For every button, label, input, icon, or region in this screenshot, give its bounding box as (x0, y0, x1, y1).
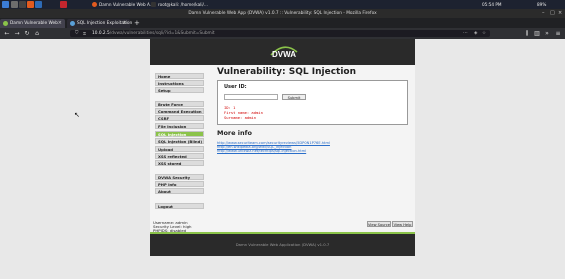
page-actions-icon[interactable]: ⋯ (463, 30, 468, 37)
workspace-icon[interactable] (35, 1, 42, 8)
battery-level: 89% (537, 2, 547, 7)
close-tab-icon[interactable]: × (123, 19, 127, 28)
menu-icon[interactable] (2, 1, 9, 8)
more-info-heading: More info (217, 129, 252, 137)
page-favicon-icon (70, 21, 75, 26)
files-icon[interactable] (11, 1, 18, 8)
terminal-window-icon (151, 2, 156, 7)
menu-setup[interactable]: Setup (155, 87, 204, 93)
menu-csrf[interactable]: CSRF (155, 115, 204, 121)
tab-dvwa[interactable]: Damn Vulnerable Web × (0, 19, 65, 28)
url-text: 10.0.2.5/dvwa/vulnerabilities/sqli/?id=1… (92, 31, 215, 36)
red-app-icon[interactable] (60, 1, 67, 8)
url-bar[interactable]: ⛉ ⚿ 10.0.2.5/dvwa/vulnerabilities/sqli/?… (70, 30, 490, 37)
footer-text: Damn Vulnerable Web Application (DVWA) v… (235, 242, 330, 247)
dvwa-footer: Damn Vulnerable Web Application (DVWA) v… (150, 232, 415, 256)
menu-xss-reflected[interactable]: XSS reflected (155, 153, 204, 159)
dvwa-logo: DVWA (270, 46, 298, 59)
terminal-icon[interactable] (19, 1, 26, 8)
menu-file-inclusion[interactable]: File Inclusion (155, 123, 204, 129)
menu-hamburger-icon[interactable]: ≡ (554, 28, 562, 39)
submit-button[interactable]: Submit (282, 94, 306, 100)
extensions-icon[interactable]: » (543, 28, 551, 39)
firefox-icon[interactable] (27, 1, 34, 8)
menu-brute-force[interactable]: Brute Force (155, 101, 204, 107)
menu-home[interactable]: Home (155, 73, 204, 79)
user-id-input[interactable] (224, 94, 278, 100)
lock-icon[interactable]: ⚿ (83, 30, 86, 37)
view-help-button[interactable]: View Help (392, 221, 413, 227)
window-titlebar: Damn Vulnerable Web App (DVWA) v1.0.7 ::… (0, 9, 565, 18)
menu-instructions[interactable]: Instructions (155, 80, 204, 86)
sidebar-icon[interactable]: ▥ (533, 28, 541, 39)
close-tab-icon[interactable]: × (58, 19, 62, 28)
menu-about[interactable]: About (155, 188, 204, 194)
link-unixwiz[interactable]: http://www.unixwiz.net/techtips/sql-inje… (217, 149, 306, 153)
maximize-button[interactable]: □ (550, 9, 555, 18)
window-title: Damn Vulnerable Web App (DVWA) v1.0.7 ::… (188, 11, 377, 16)
menu-logout[interactable]: Logout (155, 203, 204, 209)
home-icon[interactable]: ⌂ (33, 28, 41, 39)
tab-bar: Damn Vulnerable Web × SQL Injection Expl… (0, 18, 565, 28)
clock: 05:54 PM (482, 2, 502, 7)
reload-icon[interactable]: ↻ (23, 28, 31, 39)
minimize-button[interactable]: – (542, 9, 545, 18)
mouse-cursor-icon: ↖ (74, 111, 80, 119)
os-taskbar: Damn Vulnerable Web A... root@kali: /hom… (0, 0, 565, 9)
back-icon[interactable]: ← (3, 28, 11, 39)
menu-sql-injection[interactable]: SQL Injection (155, 131, 204, 137)
dvwa-header: DVWA (150, 39, 415, 65)
tab-label: Damn Vulnerable Web (10, 21, 58, 26)
new-tab-button[interactable]: + (134, 18, 140, 28)
user-id-label: User ID: (224, 84, 247, 90)
dvwa-favicon-icon (3, 21, 8, 26)
logo-text: DVWA (272, 50, 296, 59)
forward-icon[interactable]: → (13, 28, 21, 39)
menu-dvwa-security[interactable]: DVWA Security (155, 174, 204, 180)
vulnerable-form-box: User ID: Submit ID: 1 First name: admin … (217, 80, 408, 125)
page-title: Vulnerability: SQL Injection (217, 67, 357, 77)
taskbar-window-firefox[interactable]: Damn Vulnerable Web A... (99, 0, 154, 9)
shield-icon[interactable]: ⛉ (75, 30, 78, 37)
menu-upload[interactable]: Upload (155, 146, 204, 152)
firefox-window-icon (92, 2, 97, 7)
menu-xss-stored[interactable]: XSS stored (155, 160, 204, 166)
bookmark-star-icon[interactable]: ☆ (482, 30, 486, 37)
tab-sql-injection[interactable]: SQL Injection Exploitation × (67, 19, 132, 28)
library-icon[interactable]: ⫼ (523, 28, 531, 39)
menu-php-info[interactable]: PHP Info (155, 181, 204, 187)
pocket-icon[interactable]: ◈ (474, 30, 477, 37)
result-surname: Surname: admin (224, 115, 257, 120)
close-button[interactable]: × (558, 9, 562, 18)
view-source-button[interactable]: View Source (367, 221, 391, 227)
taskbar-window-terminal[interactable]: root@kali: /home/kali/... (158, 0, 208, 9)
menu-sql-injection-blind[interactable]: SQL Injection (Blind) (155, 138, 204, 144)
menu-command-execution[interactable]: Command Execution (155, 108, 204, 114)
